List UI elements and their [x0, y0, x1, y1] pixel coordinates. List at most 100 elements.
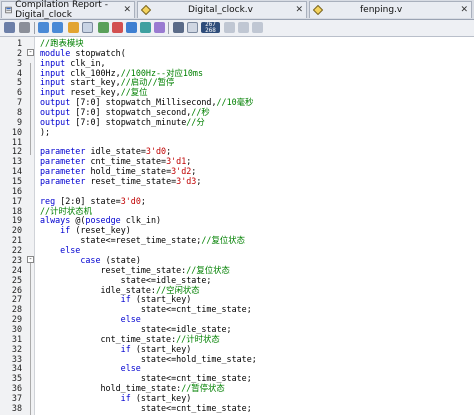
code-line[interactable]: 7 output [7:0] stopwatch_Millisecond,//10… — [0, 97, 474, 107]
code-line[interactable]: 4 input clk_100Hz,//100Hz--对应10ms — [0, 68, 474, 78]
line-number: 26 — [11, 284, 22, 295]
code-line[interactable]: 23- case (state) — [0, 255, 474, 265]
code-line[interactable]: 3 input clk_in, — [0, 58, 474, 68]
code-token: clk_in) — [125, 215, 162, 226]
keyword-token: if — [40, 392, 131, 403]
code-line[interactable]: 21 state<=reset_time_state;//复位状态 — [0, 235, 474, 245]
code-line[interactable]: 28 state<=cnt_time_state; — [0, 304, 474, 314]
fold-toggle-icon[interactable]: - — [27, 48, 34, 56]
code-line[interactable]: 25 state<=idle_state; — [0, 275, 474, 285]
code-token: (reset_key) — [75, 225, 131, 236]
line-number: 33 — [11, 353, 22, 364]
open-icon[interactable] — [4, 22, 15, 33]
bookmark-next-icon[interactable] — [112, 22, 123, 33]
code-token: reset_time_state= — [90, 176, 177, 187]
code-text: state<=idle_state; — [40, 324, 232, 334]
tab-digital-clock[interactable]: Digital_clock.v ✕ — [137, 1, 307, 18]
close-icon[interactable]: ✕ — [295, 5, 303, 15]
code-line[interactable]: 15 parameter reset_time_state=3'd3; — [0, 176, 474, 186]
tab-icon[interactable] — [238, 22, 249, 33]
line-number: 24 — [11, 264, 22, 275]
code-line[interactable]: 8 output [7:0] stopwatch_second,//秒 — [0, 107, 474, 117]
find-icon[interactable] — [173, 22, 184, 33]
code-line[interactable]: 18 //计时状态机 — [0, 206, 474, 216]
code-line[interactable]: 26 idle_state://空闲状态 — [0, 285, 474, 295]
code-line[interactable]: 27 if (start_key) — [0, 294, 474, 304]
line-number: 18 — [11, 205, 22, 216]
code-line[interactable]: 38 state<=cnt_time_state; — [0, 403, 474, 413]
code-text: cnt_time_state://计时状态 — [40, 334, 220, 344]
verilog-file-icon — [313, 5, 323, 15]
code-line[interactable]: 32 if (start_key) — [0, 344, 474, 354]
code-editor[interactable]: 1//跑表模块 2- module stopwatch(3 input clk_in,… — [0, 37, 474, 415]
code-line[interactable]: 20 if (reset_key) — [0, 225, 474, 235]
line-number: 4 — [16, 67, 22, 78]
code-text: if (start_key) — [40, 344, 192, 354]
code-line[interactable]: 37 if (start_key) — [0, 393, 474, 403]
copy-icon[interactable] — [19, 22, 30, 33]
code-text: ); — [40, 127, 50, 137]
comment-icon[interactable] — [82, 22, 93, 33]
code-line[interactable]: 29 else — [0, 314, 474, 324]
code-line[interactable]: 13 parameter cnt_time_state=3'd1; — [0, 156, 474, 166]
code-line[interactable]: 6 input reset_key,//复位 — [0, 87, 474, 97]
wrap-icon[interactable] — [252, 22, 263, 33]
bookmark-prev-icon[interactable] — [126, 22, 137, 33]
close-icon[interactable]: ✕ — [460, 5, 468, 15]
code-line[interactable]: 31 cnt_time_state://计时状态 — [0, 334, 474, 344]
go-to-line-icon[interactable]: 267 268 — [201, 22, 220, 33]
line-number: 8 — [16, 107, 22, 118]
number-token: 3'd0 — [145, 146, 167, 157]
line-number: 10 — [11, 126, 22, 137]
code-line[interactable]: 14 parameter hold_time_state=3'd2; — [0, 166, 474, 176]
tab-fenping[interactable]: fenping.v ✕ — [309, 1, 472, 18]
code-line[interactable]: 9 output [7:0] stopwatch_minute//分 — [0, 117, 474, 127]
code-line[interactable]: 33 state<=hold_time_state; — [0, 354, 474, 364]
code-token: ; — [196, 176, 202, 187]
line-number: 29 — [11, 314, 22, 325]
code-token: idle_state= — [90, 146, 146, 157]
bookmark-clear-icon[interactable] — [140, 22, 151, 33]
keyword-token: parameter — [40, 156, 86, 167]
line-number: 6 — [16, 87, 22, 98]
code-line[interactable]: 12 parameter idle_state=3'd0; — [0, 146, 474, 156]
code-line[interactable]: 30 state<=idle_state; — [0, 324, 474, 334]
fold-toggle-icon[interactable]: - — [27, 255, 34, 263]
code-line[interactable]: 17 reg [2:0] state=3'd0; — [0, 196, 474, 206]
code-line[interactable]: 10); — [0, 127, 474, 137]
line-number: 9 — [16, 116, 22, 127]
bookmark-icon[interactable] — [98, 22, 109, 33]
code-line[interactable]: 11 — [0, 137, 474, 147]
line-number: 30 — [11, 323, 22, 334]
code-text: parameter reset_time_state=3'd3; — [40, 176, 201, 186]
code-line[interactable]: 1 //跑表模块 — [0, 38, 474, 48]
uncomment-icon[interactable] — [68, 22, 79, 33]
code-line[interactable]: 24 reset_time_state://复位状态 — [0, 265, 474, 275]
code-line[interactable]: 19 always @(posedge clk_in) — [0, 215, 474, 225]
code-token: ; — [140, 195, 146, 206]
keyword-token: if — [40, 294, 131, 305]
code-line[interactable]: 2- module stopwatch( — [0, 48, 474, 58]
keyword-token: reg — [40, 195, 56, 206]
close-icon[interactable]: ✕ — [123, 5, 131, 15]
code-line[interactable]: 5 input start_key,//启动//暂停 — [0, 77, 474, 87]
keyword-token: posedge — [85, 215, 121, 226]
code-token: start_key, — [70, 77, 121, 88]
code-line[interactable]: 22 else — [0, 245, 474, 255]
code-text: case (state) — [40, 255, 141, 265]
code-line[interactable]: 16 — [0, 186, 474, 196]
line-number: 15 — [11, 176, 22, 187]
code-line[interactable]: 34 else — [0, 363, 474, 373]
code-text: if (start_key) — [40, 392, 192, 403]
code-line[interactable]: 35 state<=cnt_time_state; — [0, 373, 474, 383]
line-number: 14 — [11, 166, 22, 177]
code-line[interactable]: 36 hold_time_state://暂停状态 — [0, 383, 474, 393]
indent-icon[interactable] — [38, 22, 49, 33]
editor-toolbar: 267 268 — [0, 20, 474, 37]
zoom-icon[interactable] — [224, 22, 235, 33]
outdent-icon[interactable] — [52, 22, 63, 33]
line-number-icon[interactable] — [187, 22, 198, 33]
tab-compilation-report[interactable]: Compilation Report - Digital_clock ✕ — [1, 0, 135, 20]
insert-template-icon[interactable] — [154, 22, 165, 33]
line-number: 1 — [16, 38, 22, 48]
